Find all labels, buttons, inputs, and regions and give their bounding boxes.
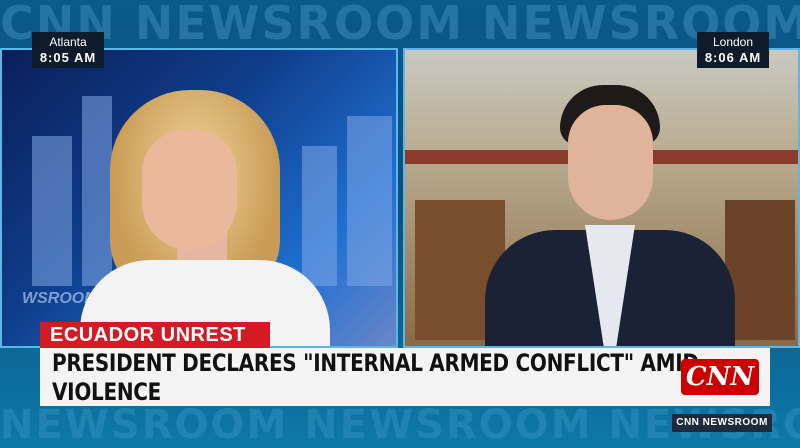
background-building (347, 116, 392, 286)
cnn-logo: CNN (681, 359, 759, 395)
headline-bar: PRESIDENT DECLARES "INTERNAL ARMED CONFL… (40, 348, 770, 406)
clock-city-label: London (712, 35, 754, 49)
clock-atlanta: Atlanta 8:05 AM (32, 32, 104, 68)
background-cabinet (725, 200, 795, 340)
guest-face (568, 105, 653, 220)
background-building (302, 146, 337, 286)
anchor-video-panel: WSROOM (0, 48, 398, 348)
background-building (32, 136, 72, 286)
background-building (82, 96, 112, 286)
story-tag: ECUADOR UNREST (40, 322, 270, 348)
clock-city-label: Atlanta (49, 35, 87, 49)
clock-time: 8:05 AM (39, 50, 97, 65)
clock-time: 8:06 AM (704, 50, 762, 65)
guest-video-panel (403, 48, 800, 348)
anchor-face (142, 130, 237, 250)
clock-london: London 8:06 AM (697, 32, 769, 68)
program-bug: CNN NEWSROOM (672, 414, 772, 432)
background-watermark: CNN NEWSROOM NEWSROOM NEWSROOM (0, 0, 800, 50)
headline-text: PRESIDENT DECLARES "INTERNAL ARMED CONFL… (52, 348, 699, 406)
